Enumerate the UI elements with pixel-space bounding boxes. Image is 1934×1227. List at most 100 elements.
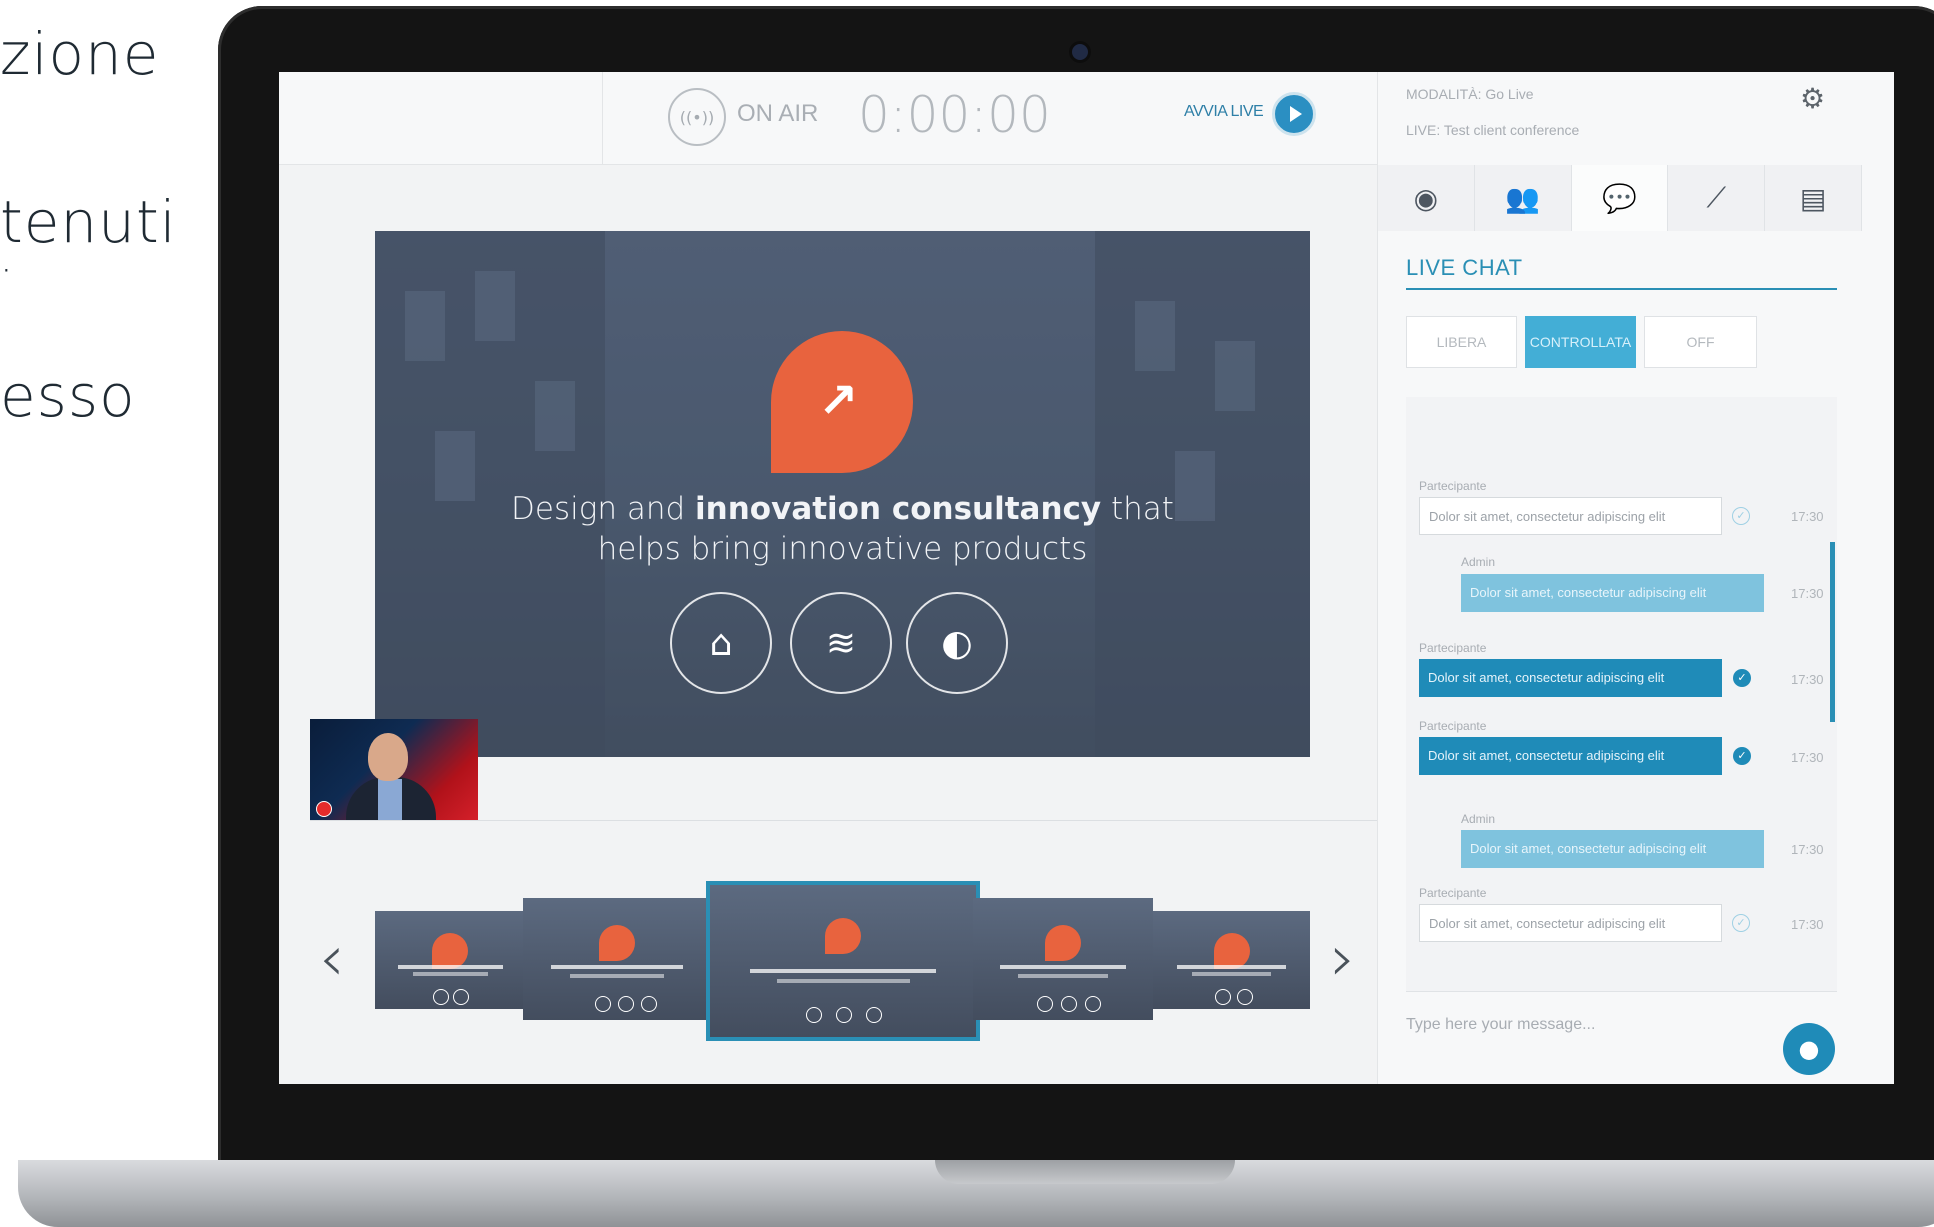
slide-thumbnail[interactable] [523,898,711,1020]
message-input[interactable]: Type here your message... [1406,1016,1595,1034]
chat-bubble-icon: 💬 [1602,181,1637,215]
thumbnail-badge [432,932,468,969]
slide-title-post: that [1101,491,1174,527]
stage-divider [310,820,1377,821]
slide-title-line2: helps bring innovative products [597,531,1088,567]
presentation-slide: ↗ Design and innovation consultancy that… [375,231,1310,757]
broadcast-icon: ((•)) [668,88,726,146]
carousel-next-button[interactable]: › [1330,922,1356,996]
live-timer: 0:00:00 [858,86,1051,144]
thumbnail-dot [866,1006,882,1023]
tab-camera[interactable]: ◉ [1378,165,1475,231]
message-author: Partecipante [1419,479,1487,493]
message-time: 17:30 [1791,842,1824,857]
chart-growth-icon: ↗ [818,373,859,429]
speaker-video[interactable] [310,719,478,821]
thumbnail-dot [1237,989,1253,1006]
side-text-3: esso [0,362,136,430]
webcam-icon: ◉ [1413,181,1439,215]
thumbnail-dot [641,995,657,1012]
thumbnail-line [1000,965,1126,970]
chat-mode-libera[interactable]: LIBERA [1406,316,1517,368]
chat-mode-off[interactable]: OFF [1644,316,1757,368]
chat-scrollbar[interactable] [1830,542,1835,722]
users-icon: 👥 [1505,181,1541,215]
thumbnail-dot [433,989,449,1006]
slide-title-bold: innovation consultancy [695,491,1102,527]
top-bar-divider [602,72,603,164]
chat-message[interactable]: Dolor sit amet, consectetur adipiscing e… [1419,659,1722,697]
message-time: 17:30 [1791,672,1824,687]
thumbnail-line [749,968,937,973]
tab-stats[interactable]: ⟋ [1668,165,1766,231]
thumbnail-badge [1213,932,1250,969]
thumbnail-line [776,979,910,984]
chat-message[interactable]: Dolor sit amet, consectetur adipiscing e… [1461,830,1764,868]
thumbnail-dot [1215,989,1231,1006]
thumbnail-badge [599,924,635,961]
approve-check-icon[interactable]: ✓ [1732,507,1750,525]
thumbnail-line [1176,964,1287,969]
side-text-2: tenuti [0,188,177,256]
chat-message[interactable]: Dolor sit amet, consectetur adipiscing e… [1419,497,1722,535]
thumbnail-dot [618,995,634,1012]
start-live-label[interactable]: AVVIA LIVE [1184,103,1264,121]
app-screen: ((•)) ON AIR 0:00:00 AVVIA LIVE ↗ Design… [279,72,1894,1084]
gear-icon[interactable]: ⚙ [1800,82,1825,115]
tab-presentation[interactable]: ▤ [1765,165,1862,231]
thumbnail-dot [1061,995,1077,1012]
mode-label: MODALITÀ: Go Live [1406,86,1534,102]
laptop-notch [935,1160,1235,1184]
message-author: Partecipante [1419,886,1487,900]
approve-check-icon[interactable]: ✓ [1732,914,1750,932]
top-bar: ((•)) ON AIR 0:00:00 AVVIA LIVE [279,72,1377,165]
slide-thumbnail-active[interactable] [706,881,980,1041]
speaker-head [368,733,408,781]
thumbnail-line [397,964,503,969]
thumbnail-line [570,973,664,978]
message-time: 17:30 [1791,586,1824,601]
thumbnail-dot [595,995,611,1012]
thumbnail-line [412,971,488,976]
thumbnail-badge [825,918,861,955]
thumbnail-dot [1085,995,1101,1012]
chat-mode-controllata[interactable]: CONTROLLATA [1525,316,1636,368]
slide-title-pre: Design and [511,491,696,527]
message-author: Admin [1461,555,1496,569]
chat-message[interactable]: Dolor sit amet, consectetur adipiscing e… [1419,737,1722,775]
message-time: 17:30 [1791,509,1824,524]
video-play-icon[interactable] [316,801,332,817]
start-live-button[interactable] [1272,92,1316,136]
chat-message[interactable]: Dolor sit amet, consectetur adipiscing e… [1419,904,1722,942]
carousel-prev-button[interactable]: ‹ [319,922,345,996]
thumbnail-badge [1045,924,1081,961]
wifi-icon[interactable]: ≋ [790,592,892,694]
thumbnail-dot [806,1006,822,1023]
chart-growth-badge: ↗ [771,331,913,473]
tab-participants[interactable]: 👥 [1474,165,1572,231]
approved-check-icon[interactable]: ✓ [1733,669,1751,687]
webcam-icon [1072,44,1088,60]
slide-thumbnail[interactable] [375,911,525,1009]
thumbnail-dot [836,1006,852,1023]
presentation-board-icon: ▤ [1799,181,1827,215]
message-author: Partecipante [1419,719,1487,733]
chat-bubble-icon: ● [1798,1035,1820,1063]
speaker-shirt [378,779,402,821]
message-author: Partecipante [1419,641,1487,655]
control-panel: MODALITÀ: Go Live LIVE: Test client conf… [1377,72,1894,1084]
approved-check-icon[interactable]: ✓ [1733,747,1751,765]
chat-title-underline [1406,288,1837,290]
line-chart-icon: ⟋ [1706,181,1727,214]
message-time: 17:30 [1791,750,1824,765]
chat-message[interactable]: Dolor sit amet, consectetur adipiscing e… [1461,574,1764,612]
slide-thumbnail[interactable] [973,898,1153,1020]
slide-thumbnail[interactable] [1153,911,1310,1009]
send-message-button[interactable]: ● [1783,1023,1835,1075]
contrast-icon[interactable]: ◐ [906,592,1008,694]
tag-icon[interactable]: ⌂ [670,592,772,694]
tab-chat[interactable]: 💬 [1571,165,1669,231]
thumbnail-line [551,965,683,970]
thumbnail-dot [453,989,469,1006]
live-label: LIVE: Test client conference [1406,122,1580,138]
